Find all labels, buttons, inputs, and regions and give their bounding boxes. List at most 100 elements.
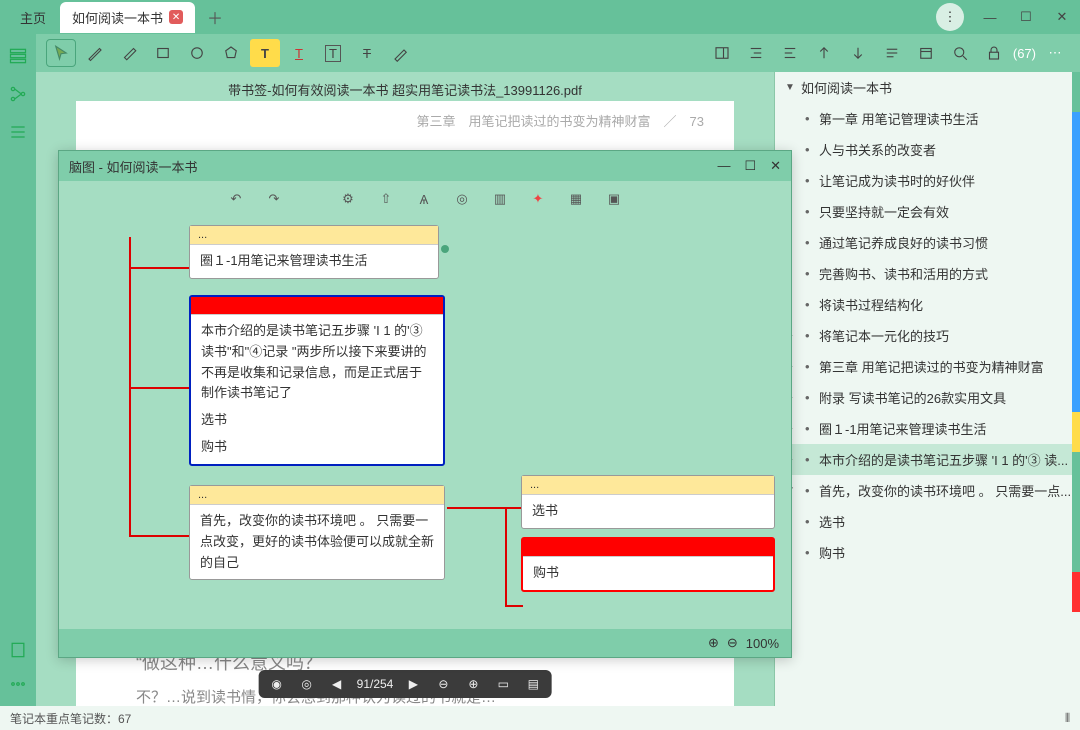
tab-main[interactable]: 主页 (8, 2, 58, 33)
pen-tool[interactable] (80, 39, 110, 67)
calendar-icon[interactable] (911, 39, 941, 67)
rect-tool[interactable] (148, 39, 178, 67)
pager-prev[interactable]: ◀ (327, 674, 347, 694)
eraser-tool[interactable] (114, 39, 144, 67)
book-icon[interactable] (8, 640, 28, 660)
doc-pager: ◉ ◎ ◀ 91/254 ▶ ⊖ ⊕ ▭ ▤ (259, 670, 552, 698)
mindmap-icon[interactable] (8, 84, 28, 104)
mindmap-window: 脑图 - 如何阅读一本书 — ☐ ✕ ↶ ↷ ⚙ ⇧ Ѧ ◎ ▥ ✦ ▦ ▣ .… (58, 150, 792, 658)
tab-add[interactable]: ＋ (197, 0, 233, 35)
lock-icon[interactable] (979, 39, 1009, 67)
outline-item[interactable]: ▶将笔记本一元化的技巧 (775, 320, 1080, 351)
outline-item[interactable]: 第一章 用笔记管理读书生活 (775, 103, 1080, 134)
outline-item-label: 人与书关系的改变者 (819, 140, 936, 159)
theme-icon[interactable]: ✦ (527, 188, 549, 210)
overflow-icon[interactable]: ⋯ (1040, 39, 1070, 67)
note-count: (67) (1013, 46, 1036, 61)
upload-icon[interactable] (809, 39, 839, 67)
outline-item[interactable]: 将读书过程结构化 (775, 289, 1080, 320)
outline-item[interactable]: ▼ 如何阅读一本书 (775, 72, 1080, 103)
outline-item-label: 第三章 用笔记把读过的书变为精神财富 (819, 357, 1044, 376)
tab-doc-label: 如何阅读一本书 (72, 8, 163, 27)
mm-handle[interactable] (441, 245, 449, 253)
mm-node-2[interactable]: . 本市介绍的是读书笔记五步骤 'I 1 的'③读书"和"④记录 "两步所以接下… (189, 295, 445, 466)
image-icon[interactable]: ▣ (603, 188, 625, 210)
fit-width-icon[interactable]: ▭ (493, 674, 513, 694)
mm-zoom-value: 100% (746, 636, 779, 651)
mm-minimize-icon[interactable]: — (717, 158, 730, 174)
columns-icon[interactable]: ▥ (489, 188, 511, 210)
zoom-in-icon[interactable]: ⊕ (463, 674, 483, 694)
search-icon[interactable] (945, 39, 975, 67)
polygon-tool[interactable] (216, 39, 246, 67)
indent-right-icon[interactable] (775, 39, 805, 67)
grid-icon[interactable]: ▦ (565, 188, 587, 210)
outline-item[interactable]: 通过笔记养成良好的读书习惯 (775, 227, 1080, 258)
outline-item-label: 如何阅读一本书 (801, 78, 892, 97)
list-icon[interactable] (8, 122, 28, 142)
pager-prev-sec[interactable]: ◎ (297, 674, 317, 694)
outline-item-label: 本市介绍的是读书笔记五步骤 'I 1 的'③ 读... (819, 450, 1068, 469)
outline-item[interactable]: ▶本市介绍的是读书笔记五步骤 'I 1 的'③ 读... (775, 444, 1080, 475)
zoom-out-icon[interactable]: ⊖ (433, 674, 453, 694)
mm-node-4[interactable]: ... 选书 (521, 475, 775, 529)
mm-node-5[interactable]: . 购书 (521, 537, 775, 592)
find-icon[interactable]: Ѧ (413, 188, 435, 210)
highlighter-tool[interactable] (386, 39, 416, 67)
outline-panel: ▼ 如何阅读一本书第一章 用笔记管理读书生活人与书关系的改变者让笔记成为读书时的好… (774, 72, 1080, 706)
format-icon[interactable] (877, 39, 907, 67)
outline-item[interactable]: 购书 (775, 537, 1080, 568)
indent-left-icon[interactable] (741, 39, 771, 67)
outline-item[interactable]: ▶第三章 用笔记把读过的书变为精神财富 (775, 351, 1080, 382)
outline-item[interactable]: ▶附录 写读书笔记的26款实用文具 (775, 382, 1080, 413)
mindmap-titlebar[interactable]: 脑图 - 如何阅读一本书 — ☐ ✕ (59, 151, 791, 181)
outline-item[interactable]: 选书 (775, 506, 1080, 537)
statusbar: 笔记本重点笔记数：67 ⫴ (0, 706, 1080, 730)
more-menu-button[interactable]: ⋮ (936, 3, 964, 31)
text-highlight-tool[interactable]: T (250, 39, 280, 67)
outline-icon[interactable] (8, 46, 28, 66)
mm-node-3-head: ... (190, 486, 444, 505)
target-icon[interactable]: ◎ (451, 188, 473, 210)
tab-close-icon[interactable]: ✕ (169, 10, 183, 24)
outline-item-label: 首先，改变你的读书环境吧 。 只需要一点... (819, 481, 1071, 500)
outline-item[interactable]: 让笔记成为读书时的好伙伴 (775, 165, 1080, 196)
mm-node-1[interactable]: ... 圈１-1用笔记来管理读书生活 (189, 225, 439, 279)
leftbar (0, 34, 36, 706)
mm-close-icon[interactable]: ✕ (770, 158, 781, 174)
doc-page-header: 第三章 用笔记把读过的书变为精神财富 ／ 73 (106, 111, 704, 130)
text-box-tool[interactable]: T (318, 39, 348, 67)
mm-zoom-out[interactable]: ⊖ (727, 635, 738, 651)
arrow-icon[interactable]: ▼ (785, 82, 795, 93)
pointer-tool[interactable] (46, 39, 76, 67)
maximize-button[interactable]: ☐ (1016, 9, 1036, 25)
undo-icon[interactable]: ↶ (225, 188, 247, 210)
mm-zoom-in[interactable]: ⊕ (708, 635, 719, 651)
mm-maximize-icon[interactable]: ☐ (744, 158, 756, 174)
panel-toggle[interactable] (707, 39, 737, 67)
outline-item-label: 圈１-1用笔记来管理读书生活 (819, 419, 987, 438)
outline-item[interactable]: ▶圈１-1用笔记来管理读书生活 (775, 413, 1080, 444)
redo-icon[interactable]: ↷ (263, 188, 285, 210)
settings-icon[interactable]: ⚙ (337, 188, 359, 210)
fit-page-icon[interactable]: ▤ (523, 674, 543, 694)
outline-item-label: 通过笔记养成良好的读书习惯 (819, 233, 988, 252)
mindmap-canvas[interactable]: ... 圈１-1用笔记来管理读书生活 . 本市介绍的是读书笔记五步骤 'I 1 … (59, 217, 791, 629)
close-button[interactable]: ✕ (1052, 9, 1072, 25)
circle-tool[interactable] (182, 39, 212, 67)
minimize-button[interactable]: — (980, 10, 1000, 25)
outline-item[interactable]: 只要坚持就一定会有效 (775, 196, 1080, 227)
download-icon[interactable] (843, 39, 873, 67)
pager-first[interactable]: ◉ (267, 674, 287, 694)
outline-item[interactable]: ▼首先，改变你的读书环境吧 。 只需要一点... (775, 475, 1080, 506)
doc-filename: 带书签-如何有效阅读一本书 超实用笔记读书法_13991126.pdf (36, 72, 774, 101)
text-strike-tool[interactable]: T (352, 39, 382, 67)
text-underline-tool[interactable]: T (284, 39, 314, 67)
mm-node-3[interactable]: ... 首先，改变你的读书环境吧 。 只需要一点改变，更好的读书体验便可以成就全… (189, 485, 445, 580)
export-icon[interactable]: ⇧ (375, 188, 397, 210)
outline-item[interactable]: 完善购书、读书和活用的方式 (775, 258, 1080, 289)
pager-next[interactable]: ▶ (403, 674, 423, 694)
outline-item[interactable]: 人与书关系的改变者 (775, 134, 1080, 165)
more-icon[interactable] (8, 674, 28, 694)
tab-doc[interactable]: 如何阅读一本书 ✕ (60, 2, 195, 33)
